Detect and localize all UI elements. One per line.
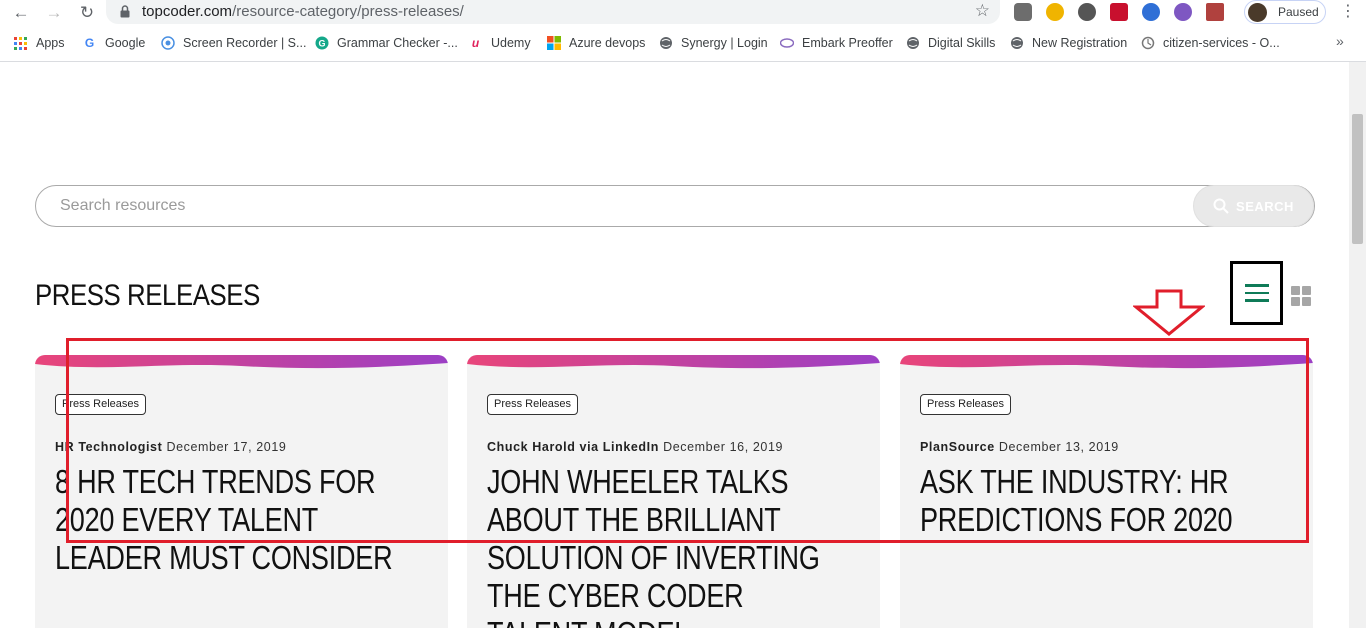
bookmark-label: Apps <box>36 36 65 50</box>
grid-view-icon-cell <box>1291 297 1300 306</box>
lock-icon <box>120 5 130 18</box>
bookmarks-bar: Apps G Google Screen Recorder | S... G G… <box>0 30 1366 56</box>
bookmark-apps[interactable]: Apps <box>13 35 65 51</box>
search-button[interactable]: SEARCH <box>1193 185 1314 227</box>
apps-grid-icon <box>13 36 28 51</box>
scrollbar-thumb[interactable] <box>1352 114 1363 244</box>
card-source: Chuck Harold via LinkedIn <box>487 440 659 454</box>
bookmark-label: New Registration <box>1032 36 1128 50</box>
page-scrollbar[interactable] <box>1349 62 1366 628</box>
embark-icon <box>779 36 794 51</box>
url-domain: topcoder.com <box>142 3 233 20</box>
bookmark-embark[interactable]: Embark Preoffer <box>779 35 893 51</box>
extension-compass-icon[interactable] <box>1046 3 1064 21</box>
bookmark-label: Synergy | Login <box>681 36 768 50</box>
card-wave-decoration <box>35 355 448 369</box>
bookmark-label: Google <box>105 36 146 50</box>
bookmark-screen-recorder[interactable]: Screen Recorder | S... <box>160 35 306 51</box>
category-tag[interactable]: Press Releases <box>487 394 579 415</box>
press-release-card[interactable]: Press Releases HR Technologist December … <box>35 355 448 628</box>
google-icon: G <box>84 36 95 50</box>
search-icon <box>1213 198 1229 214</box>
card-source: HR Technologist <box>55 440 163 454</box>
grammarly-icon: G <box>314 36 329 51</box>
card-date: December 17, 2019 <box>166 440 287 454</box>
bookmark-label: Udemy <box>491 36 531 50</box>
search-button-label: SEARCH <box>1236 198 1294 214</box>
bookmark-google[interactable]: G Google <box>82 35 145 51</box>
card-title[interactable]: 8 HR TECH TRENDS FOR 2020 EVERY TALENT L… <box>55 463 399 577</box>
card-title[interactable]: ASK THE INDUSTRY: HR PREDICTIONS FOR 202… <box>920 463 1264 539</box>
category-tag[interactable]: Press Releases <box>55 394 147 415</box>
press-release-card[interactable]: Press Releases Chuck Harold via LinkedIn… <box>467 355 880 628</box>
card-date: December 16, 2019 <box>663 440 784 454</box>
grid-view-toggle[interactable] <box>1291 286 1311 306</box>
list-view-icon-bar <box>1244 291 1269 295</box>
card-meta: PlanSource December 13, 2019 <box>920 440 1119 454</box>
card-title[interactable]: JOHN WHEELER TALKS ABOUT THE BRILLIANT S… <box>487 463 831 628</box>
url-text: topcoder.com/resource-category/press-rel… <box>142 3 464 20</box>
extension-shield-icon[interactable] <box>1142 3 1160 21</box>
bookmark-star-icon[interactable]: ☆ <box>975 1 990 21</box>
bookmark-label: citizen-services - O... <box>1163 36 1280 50</box>
bookmark-citizen-services[interactable]: citizen-services - O... <box>1140 35 1280 51</box>
extension-circle-icon[interactable] <box>1078 3 1096 21</box>
screen-recorder-icon <box>160 36 175 51</box>
globe-icon <box>1009 36 1024 51</box>
back-arrow-icon[interactable]: ← <box>10 2 32 24</box>
bookmark-udemy[interactable]: u Udemy <box>468 35 531 51</box>
bookmark-label: Digital Skills <box>928 36 996 50</box>
browser-toolbar: ← → ↻ topcoder.com/resource-category/pre… <box>0 0 1366 26</box>
globe-icon <box>905 36 920 51</box>
card-date: December 13, 2019 <box>998 440 1119 454</box>
page-title: PRESS RELEASES <box>35 279 260 312</box>
bookmark-label: Embark Preoffer <box>802 36 893 50</box>
grid-view-icon-cell <box>1302 297 1311 306</box>
bookmark-grammar-checker[interactable]: G Grammar Checker -... <box>314 35 458 51</box>
resource-search-bar: SEARCH <box>35 185 1315 227</box>
udemy-icon: u <box>471 36 480 50</box>
card-wave-decoration <box>467 355 880 369</box>
press-release-card[interactable]: Press Releases PlanSource December 13, 2… <box>900 355 1313 628</box>
mcafee-icon[interactable] <box>1110 3 1128 21</box>
forward-arrow-icon[interactable]: → <box>43 2 65 24</box>
card-meta: HR Technologist December 17, 2019 <box>55 440 286 454</box>
bookmark-digital-skills[interactable]: Digital Skills <box>905 35 995 51</box>
reload-icon[interactable]: ↻ <box>76 2 98 24</box>
bookmark-new-registration[interactable]: New Registration <box>1009 35 1127 51</box>
card-meta: Chuck Harold via LinkedIn December 16, 2… <box>487 440 783 454</box>
microsoft-icon <box>546 36 561 51</box>
chrome-divider <box>0 61 1366 62</box>
card-wave-decoration <box>900 355 1313 369</box>
bookmark-label: Azure devops <box>569 36 646 50</box>
url-path: /resource-category/press-releases/ <box>232 3 464 20</box>
profile-status-label: Paused <box>1278 5 1319 19</box>
bookmark-azure-devops[interactable]: Azure devops <box>546 35 645 51</box>
more-bookmarks-chevron-icon[interactable]: » <box>1336 33 1344 49</box>
card-source: PlanSource <box>920 440 995 454</box>
list-view-toggle[interactable] <box>1230 261 1283 325</box>
extension-flask-icon[interactable] <box>1174 3 1192 21</box>
globe-icon <box>658 36 673 51</box>
grid-view-icon-cell <box>1291 286 1300 295</box>
bookmark-synergy[interactable]: Synergy | Login <box>658 35 768 51</box>
extension-badge-icon[interactable] <box>1014 3 1032 21</box>
citizen-services-icon <box>1140 36 1155 51</box>
list-view-icon-bar <box>1244 284 1269 287</box>
bookmark-label: Screen Recorder | S... <box>183 36 307 50</box>
list-view-icon-bar <box>1244 299 1269 302</box>
bookmark-label: Grammar Checker -... <box>337 36 458 50</box>
svg-text:G: G <box>318 39 325 49</box>
address-bar[interactable]: topcoder.com/resource-category/press-rel… <box>106 0 1000 24</box>
pdf-extension-icon[interactable] <box>1206 3 1224 21</box>
avatar <box>1248 3 1267 22</box>
profile-button[interactable]: Paused <box>1244 0 1326 24</box>
grid-view-icon-cell <box>1302 286 1311 295</box>
category-tag[interactable]: Press Releases <box>920 394 1012 415</box>
more-menu-icon[interactable]: ⋮ <box>1338 2 1358 22</box>
annotation-down-arrow-icon <box>1133 289 1205 336</box>
search-input[interactable] <box>60 195 1160 217</box>
